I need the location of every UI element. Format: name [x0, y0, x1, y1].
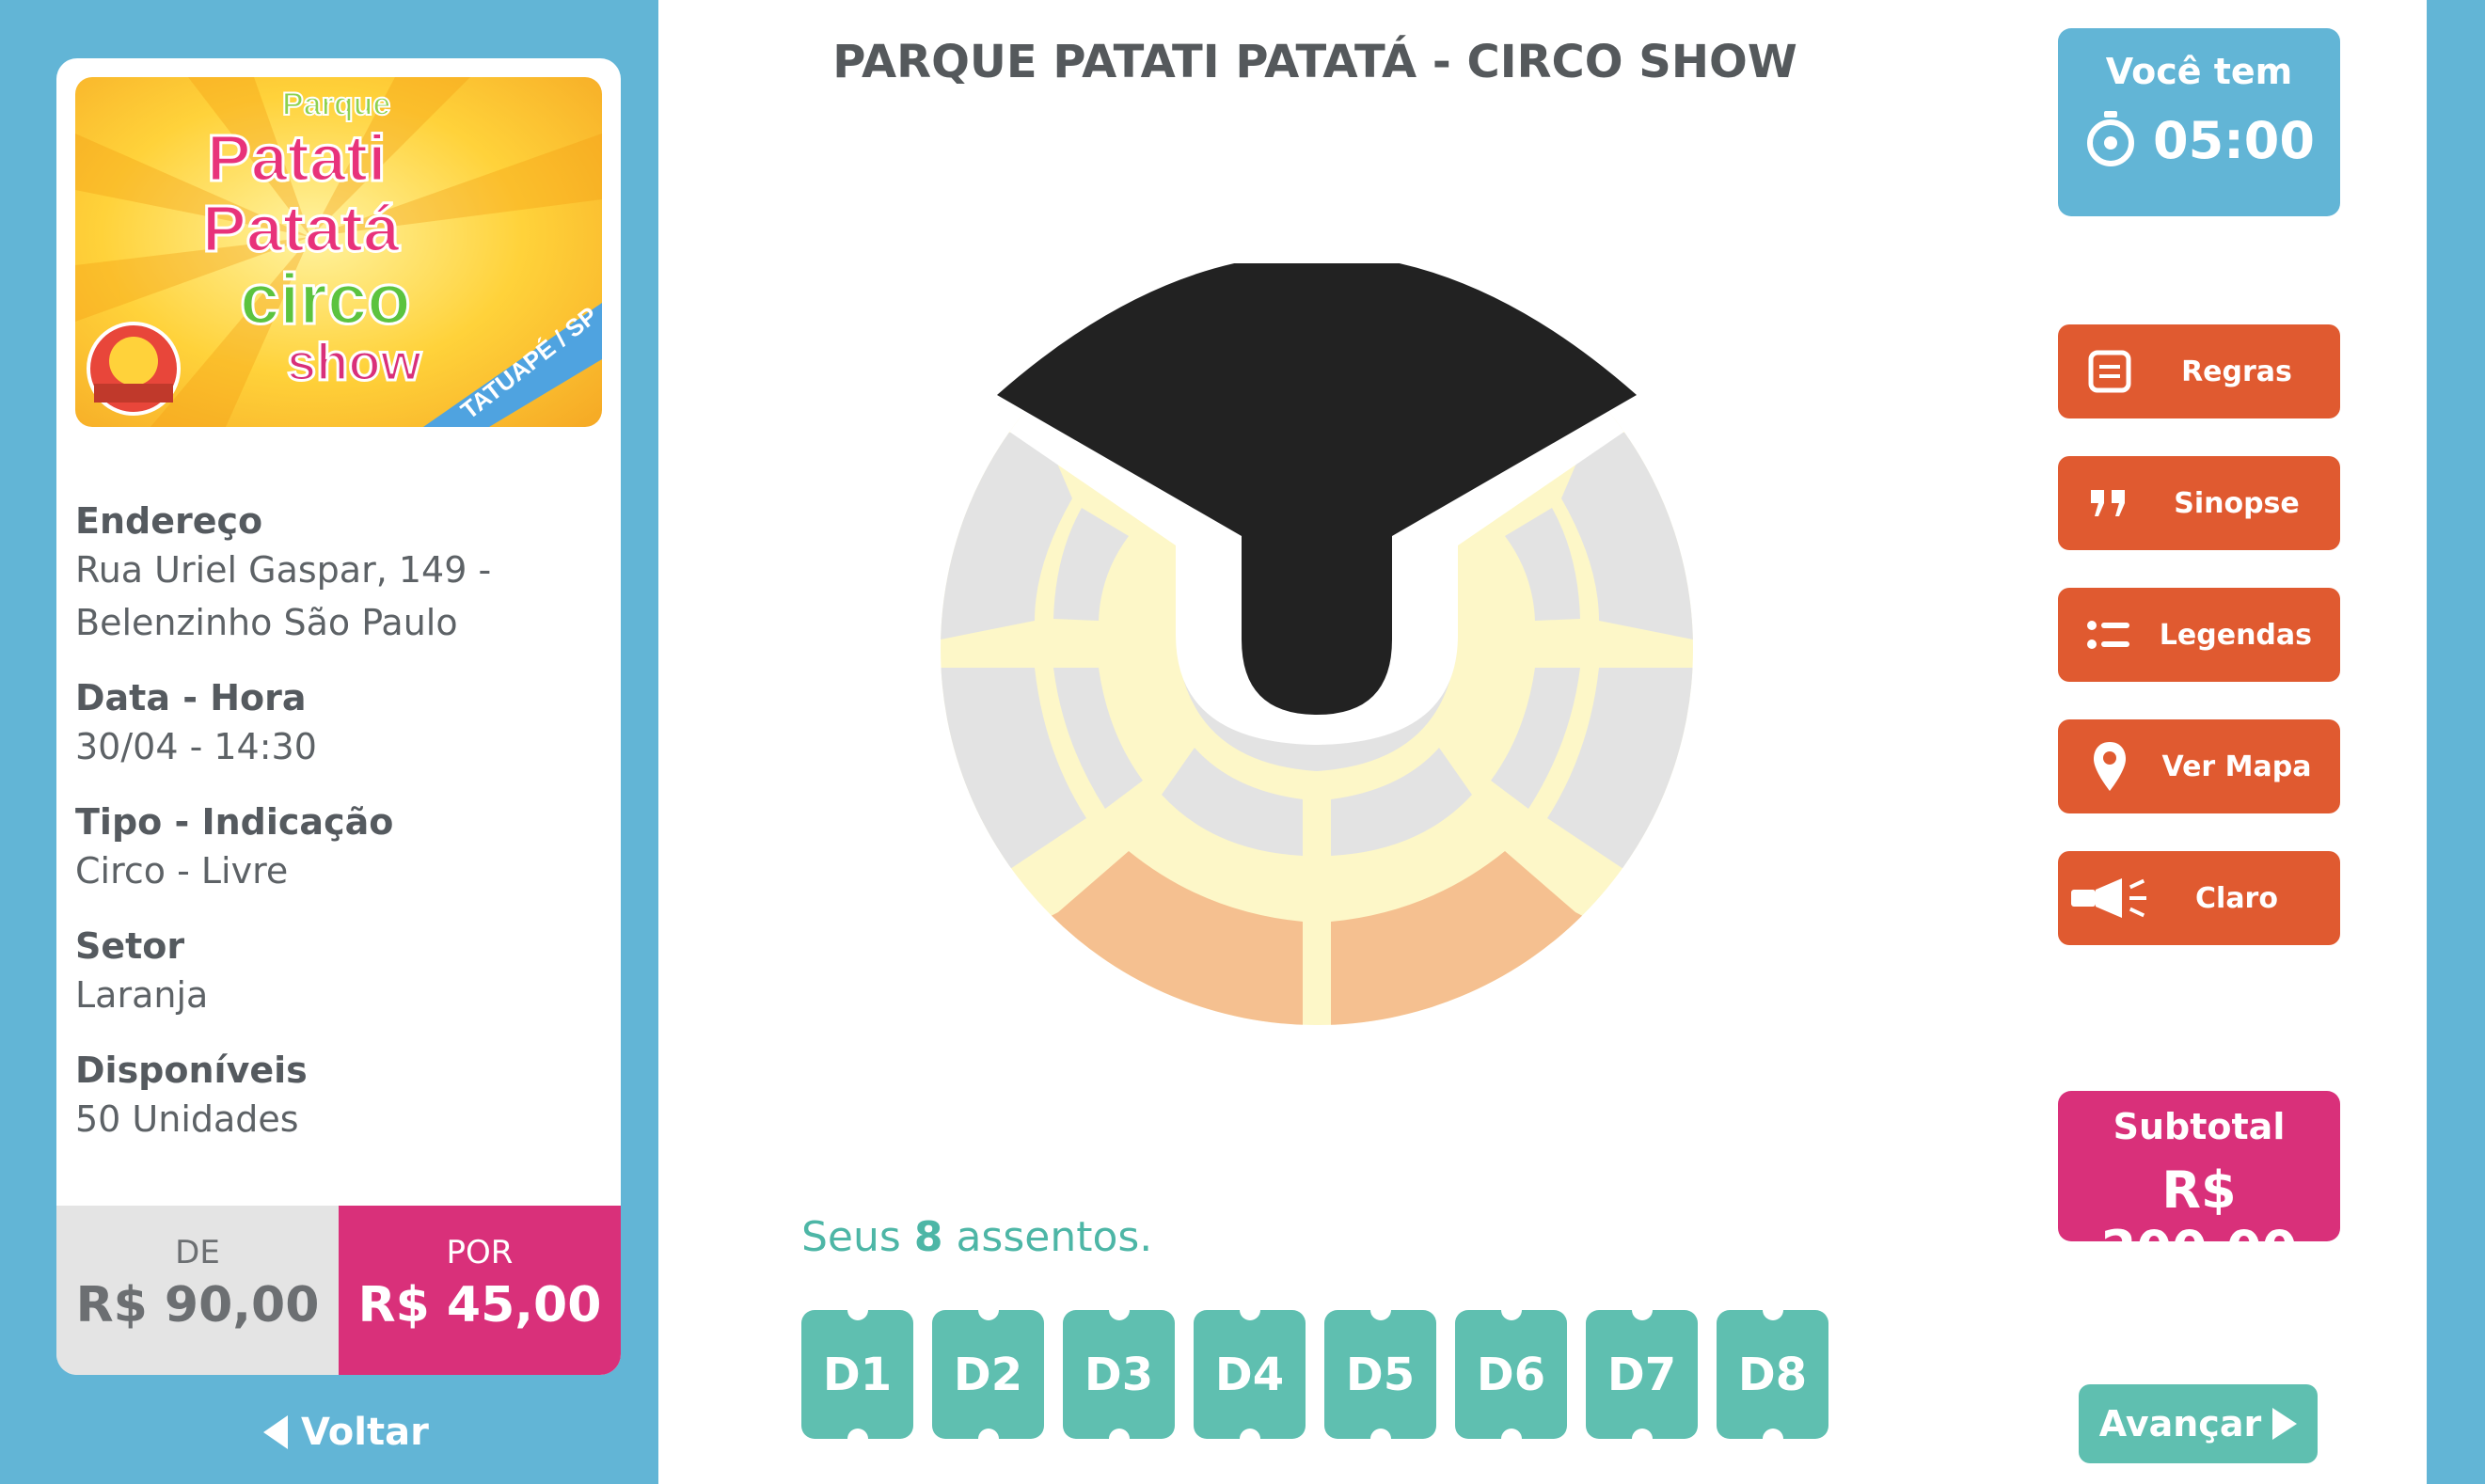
event-details: Endereço Rua Uriel Gaspar, 149 - Belenzi…: [75, 434, 602, 1145]
svg-text:Patatá: Patatá: [202, 192, 401, 265]
original-price-value: R$ 90,00: [75, 1277, 320, 1334]
timer-value: 05:00: [2153, 110, 2315, 170]
legends-button-label: Legendas: [2159, 618, 2312, 652]
address-label: Endereço: [75, 500, 263, 542]
seats-count: 8: [913, 1213, 943, 1261]
available-value: 50 Unidades: [75, 1098, 299, 1140]
seat-ticket[interactable]: D7: [1586, 1300, 1698, 1449]
rules-button-label: Regras: [2181, 355, 2292, 388]
seat-ticket[interactable]: D2: [932, 1300, 1044, 1449]
selected-seats-list: D1 D2 D3 D4 D5 D6 D7 D8: [801, 1300, 1828, 1449]
next-button-label: Avançar: [2098, 1403, 2262, 1445]
legends-button[interactable]: Legendas: [2058, 588, 2340, 682]
selected-seats-summary: Seus 8 assentos.: [801, 1213, 1152, 1261]
svg-text:Patati: Patati: [207, 121, 387, 195]
map-pin-icon: [2058, 740, 2161, 793]
countdown-timer: Você tem 05:00: [2058, 28, 2340, 216]
subtotal-label: Subtotal: [2113, 1106, 2286, 1147]
sector-label: Setor: [75, 925, 185, 967]
venue-seat-map[interactable]: [931, 254, 1702, 1034]
discount-price: POR R$ 45,00: [339, 1206, 621, 1375]
subtotal-value: R$ 200,00: [2100, 1160, 2298, 1279]
discount-price-value: R$ 45,00: [357, 1277, 602, 1334]
seats-prefix: Seus: [801, 1213, 901, 1261]
rules-button[interactable]: Regras: [2058, 324, 2340, 418]
seat-ticket[interactable]: D1: [801, 1300, 913, 1449]
synopsis-button[interactable]: Sinopse: [2058, 456, 2340, 550]
subtotal-box: Subtotal R$ 200,00: [2058, 1091, 2340, 1279]
view-map-button[interactable]: Ver Mapa: [2058, 719, 2340, 813]
seat-ticket[interactable]: D4: [1194, 1300, 1306, 1449]
seats-suffix: assentos.: [956, 1213, 1153, 1261]
address-value: Rua Uriel Gaspar, 149 - Belenzinho São P…: [75, 549, 492, 643]
synopsis-button-label: Sinopse: [2174, 486, 2300, 520]
flashlight-button-label: Claro: [2195, 881, 2278, 915]
original-price: DE R$ 90,00: [56, 1206, 339, 1375]
original-price-label: DE: [175, 1234, 220, 1271]
right-border-strip: [2427, 0, 2485, 1484]
page-title: PARQUE PATATI PATATÁ - CIRCO SHOW: [832, 36, 1797, 88]
next-button[interactable]: Avançar: [2079, 1384, 2318, 1463]
seat-ticket[interactable]: D8: [1717, 1300, 1828, 1449]
back-button-label: Voltar: [301, 1411, 429, 1454]
flashlight-icon: [2058, 875, 2161, 922]
timer-label: Você tem: [2105, 51, 2293, 92]
quote-icon: [2058, 488, 2161, 518]
svg-text:circo: circo: [240, 260, 411, 339]
seat-ticket[interactable]: D5: [1324, 1300, 1436, 1449]
event-poster: TATUAPÉ / SP Parque Patati Patatá circo …: [75, 77, 602, 427]
date-time-value: 30/04 - 14:30: [75, 726, 317, 767]
type-value: Circo - Livre: [75, 850, 289, 892]
type-label: Tipo - Indicação: [75, 801, 394, 843]
event-card: TATUAPÉ / SP Parque Patati Patatá circo …: [56, 58, 621, 1375]
back-button[interactable]: Voltar: [263, 1411, 429, 1454]
flashlight-button[interactable]: Claro: [2058, 851, 2340, 945]
seat-ticket[interactable]: D3: [1063, 1300, 1175, 1449]
discount-price-label: POR: [446, 1234, 514, 1271]
seat-ticket[interactable]: D6: [1455, 1300, 1567, 1449]
document-icon: [2058, 349, 2161, 394]
view-map-button-label: Ver Mapa: [2161, 750, 2312, 783]
list-icon: [2058, 619, 2160, 651]
available-label: Disponíveis: [75, 1050, 308, 1091]
stopwatch-icon: [2083, 109, 2138, 171]
chevron-right-icon: [2272, 1408, 2298, 1440]
date-time-label: Data - Hora: [75, 677, 307, 718]
sector-value: Laranja: [75, 974, 209, 1016]
chevron-left-icon: [263, 1415, 288, 1449]
svg-text:Parque: Parque: [282, 87, 390, 122]
svg-text:show: show: [287, 332, 422, 391]
